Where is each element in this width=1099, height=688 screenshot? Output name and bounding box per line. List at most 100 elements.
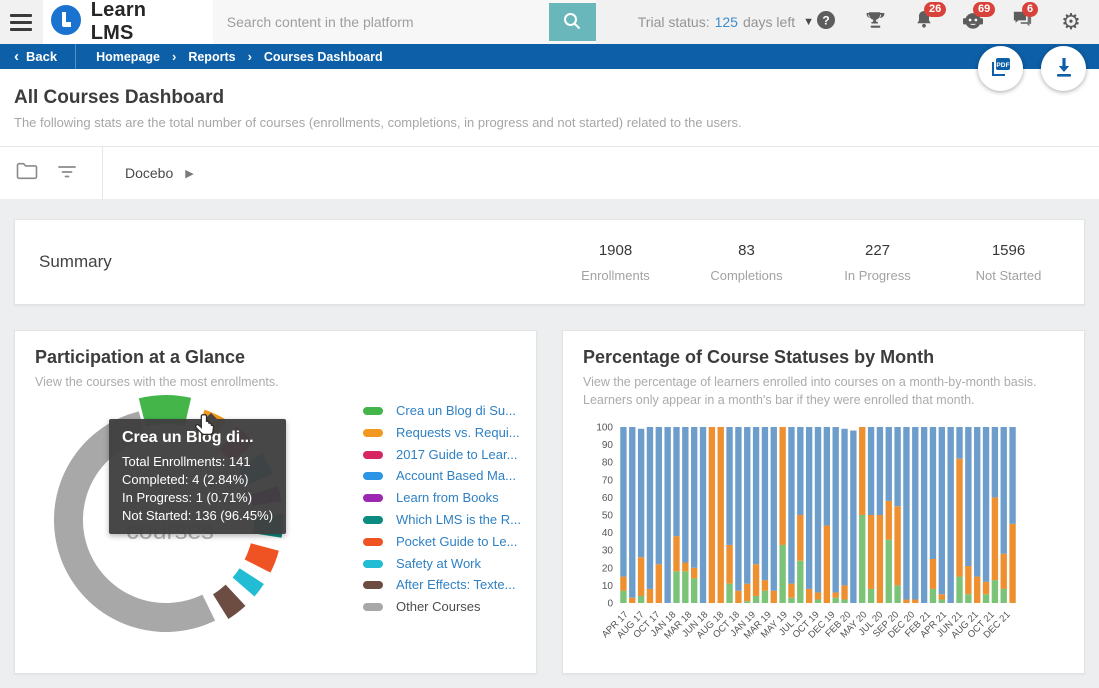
bar-segment[interactable]: [859, 515, 865, 603]
bar-segment[interactable]: [788, 427, 794, 584]
bar-segment[interactable]: [833, 598, 839, 603]
bar-segment[interactable]: [903, 427, 909, 599]
bar-segment[interactable]: [638, 596, 644, 603]
bar-segment[interactable]: [797, 515, 803, 561]
bar-segment[interactable]: [815, 427, 821, 592]
bar-segment[interactable]: [833, 592, 839, 597]
stacked-bar-chart[interactable]: 0102030405060708090100APR 17AUG 17OCT 17…: [569, 417, 1074, 667]
bar-segment[interactable]: [815, 599, 821, 603]
bar-segment[interactable]: [797, 427, 803, 515]
bar-segment[interactable]: [983, 427, 989, 582]
bar-segment[interactable]: [1009, 427, 1015, 524]
folder-path[interactable]: Docebo ▶: [125, 165, 194, 181]
legend-item[interactable]: Safety at Work: [363, 556, 521, 578]
legend-item[interactable]: Pocket Guide to Le...: [363, 534, 521, 556]
bar-segment[interactable]: [868, 515, 874, 589]
bar-segment[interactable]: [629, 427, 635, 598]
bar-segment[interactable]: [992, 427, 998, 497]
bar-segment[interactable]: [753, 427, 759, 564]
bar-segment[interactable]: [886, 427, 892, 501]
breadcrumb-item-homepage[interactable]: Homepage: [96, 50, 160, 64]
hamburger-menu-icon[interactable]: [0, 0, 43, 44]
bar-segment[interactable]: [647, 589, 653, 603]
folder-button[interactable]: [14, 160, 40, 186]
legend-item[interactable]: Other Courses: [363, 599, 521, 621]
bar-segment[interactable]: [700, 427, 706, 603]
bar-segment[interactable]: [877, 427, 883, 515]
bar-segment[interactable]: [1009, 524, 1015, 603]
bar-segment[interactable]: [815, 592, 821, 599]
bar-segment[interactable]: [965, 566, 971, 594]
bar-segment[interactable]: [735, 591, 741, 603]
legend-item[interactable]: Account Based Ma...: [363, 468, 521, 490]
bar-segment[interactable]: [841, 585, 847, 599]
bar-segment[interactable]: [682, 427, 688, 563]
bar-segment[interactable]: [753, 564, 759, 596]
bar-segment[interactable]: [930, 589, 936, 603]
bar-segment[interactable]: [744, 584, 750, 602]
bar-segment[interactable]: [939, 599, 945, 603]
bar-segment[interactable]: [779, 545, 785, 603]
bar-segment[interactable]: [841, 429, 847, 586]
assistant-button[interactable]: 69: [961, 10, 985, 34]
bar-segment[interactable]: [682, 571, 688, 603]
bar-segment[interactable]: [744, 427, 750, 584]
bar-segment[interactable]: [903, 599, 909, 603]
bar-segment[interactable]: [691, 578, 697, 603]
bar-segment[interactable]: [992, 580, 998, 603]
bar-segment[interactable]: [771, 427, 777, 591]
bar-segment[interactable]: [638, 557, 644, 596]
filter-button[interactable]: [54, 160, 80, 186]
bar-segment[interactable]: [824, 427, 830, 526]
search-button[interactable]: [549, 3, 596, 41]
bar-segment[interactable]: [673, 571, 679, 603]
bar-segment[interactable]: [682, 563, 688, 572]
bar-segment[interactable]: [771, 591, 777, 603]
bar-segment[interactable]: [912, 599, 918, 603]
bar-segment[interactable]: [762, 427, 768, 580]
search-input[interactable]: [213, 0, 549, 44]
bar-segment[interactable]: [664, 427, 670, 603]
bar-segment[interactable]: [833, 427, 839, 592]
bar-segment[interactable]: [956, 427, 962, 459]
bar-segment[interactable]: [983, 594, 989, 603]
help-button[interactable]: ?: [814, 10, 838, 34]
bar-segment[interactable]: [1001, 427, 1007, 554]
bar-segment[interactable]: [726, 584, 732, 603]
bar-segment[interactable]: [841, 599, 847, 603]
bar-segment[interactable]: [744, 601, 750, 603]
bar-segment[interactable]: [691, 427, 697, 568]
bar-segment[interactable]: [620, 427, 626, 577]
notifications-button[interactable]: 26: [912, 10, 936, 34]
bar-segment[interactable]: [629, 598, 635, 603]
bar-segment[interactable]: [806, 589, 812, 603]
bar-segment[interactable]: [877, 515, 883, 603]
donut-segment[interactable]: [213, 585, 245, 619]
bar-segment[interactable]: [824, 526, 830, 603]
bar-segment[interactable]: [788, 584, 794, 598]
download-button[interactable]: [1041, 46, 1086, 91]
bar-segment[interactable]: [726, 545, 732, 584]
bar-segment[interactable]: [921, 427, 927, 603]
bar-segment[interactable]: [859, 427, 865, 515]
bar-segment[interactable]: [850, 431, 856, 603]
bar-segment[interactable]: [762, 591, 768, 603]
breadcrumb-item-reports[interactable]: Reports: [188, 50, 235, 64]
bar-segment[interactable]: [912, 427, 918, 599]
bar-segment[interactable]: [868, 427, 874, 515]
gamification-button[interactable]: [863, 10, 887, 34]
bar-segment[interactable]: [939, 594, 945, 599]
settings-button[interactable]: ⚙: [1059, 10, 1083, 34]
bar-segment[interactable]: [930, 559, 936, 589]
bar-segment[interactable]: [638, 429, 644, 557]
bar-segment[interactable]: [894, 506, 900, 585]
bar-segment[interactable]: [753, 596, 759, 603]
bar-segment[interactable]: [965, 594, 971, 603]
legend-item[interactable]: Crea un Blog di Su...: [363, 403, 521, 425]
bar-segment[interactable]: [1001, 589, 1007, 603]
bar-segment[interactable]: [709, 427, 715, 603]
bar-segment[interactable]: [656, 564, 662, 603]
bar-segment[interactable]: [788, 598, 794, 603]
bar-segment[interactable]: [886, 540, 892, 603]
back-button[interactable]: ‹ Back: [0, 44, 76, 69]
